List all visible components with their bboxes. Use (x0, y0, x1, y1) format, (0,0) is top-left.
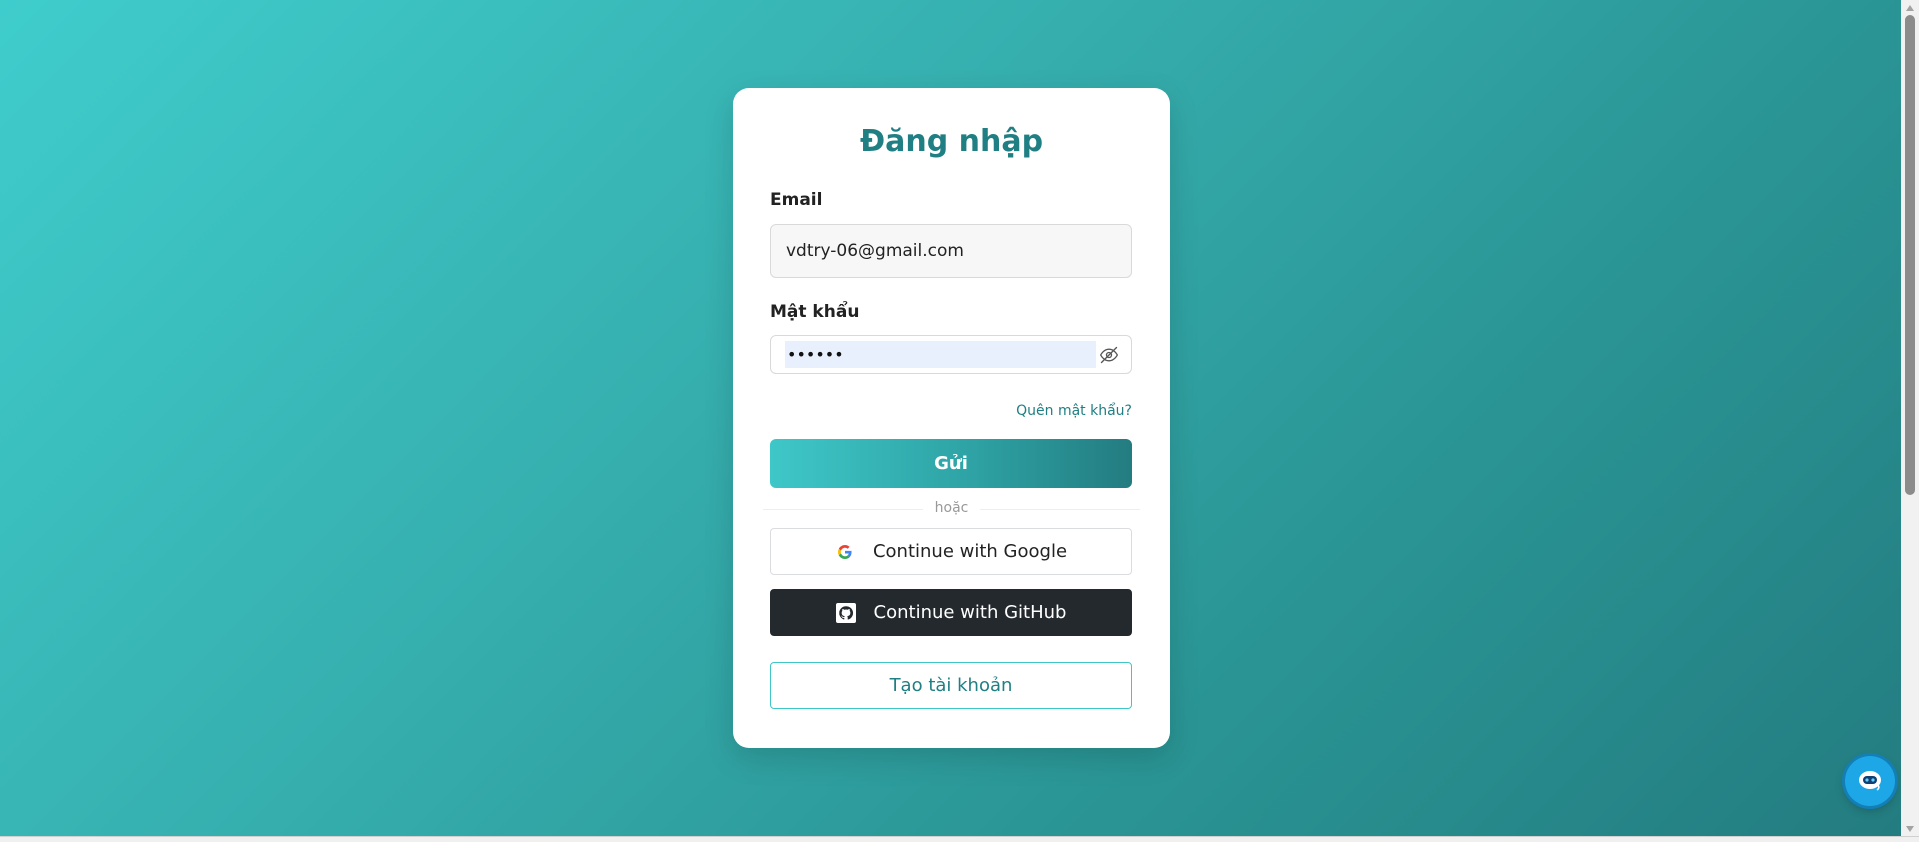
password-field[interactable] (785, 341, 1096, 368)
create-account-button[interactable]: Tạo tài khoản (770, 662, 1132, 709)
submit-button[interactable]: Gửi (770, 439, 1132, 488)
github-button-label: Continue with GitHub (873, 602, 1067, 623)
scrollbar-thumb[interactable] (1905, 15, 1915, 495)
window-bottom-edge (0, 836, 1919, 842)
password-label: Mật khẩu (770, 302, 860, 322)
password-field-wrapper (770, 335, 1132, 374)
google-icon (835, 542, 855, 562)
google-button-label: Continue with Google (872, 541, 1068, 562)
page-title: Đăng nhập (859, 124, 1044, 159)
scroll-up-icon[interactable] (1906, 5, 1914, 11)
eye-slash-icon[interactable] (1099, 345, 1119, 365)
forgot-password-link[interactable]: Quên mật khẩu? (1016, 403, 1132, 419)
github-login-button[interactable]: Continue with GitHub (770, 589, 1132, 636)
email-label: Email (770, 190, 823, 210)
google-login-button[interactable]: Continue with Google (770, 528, 1132, 575)
divider-text: hoặc (934, 500, 969, 516)
github-icon (835, 602, 856, 623)
or-divider: hoặc (763, 500, 1140, 518)
email-field[interactable] (770, 224, 1132, 278)
chatbot-icon (1855, 764, 1885, 798)
vertical-scrollbar[interactable] (1901, 0, 1919, 836)
login-card: Đăng nhập Email Mật khẩu Quên mật khẩu? … (733, 88, 1170, 748)
page-background: Đăng nhập Email Mật khẩu Quên mật khẩu? … (0, 0, 1901, 836)
scroll-down-icon[interactable] (1906, 826, 1914, 832)
chatbot-button[interactable] (1845, 756, 1895, 806)
